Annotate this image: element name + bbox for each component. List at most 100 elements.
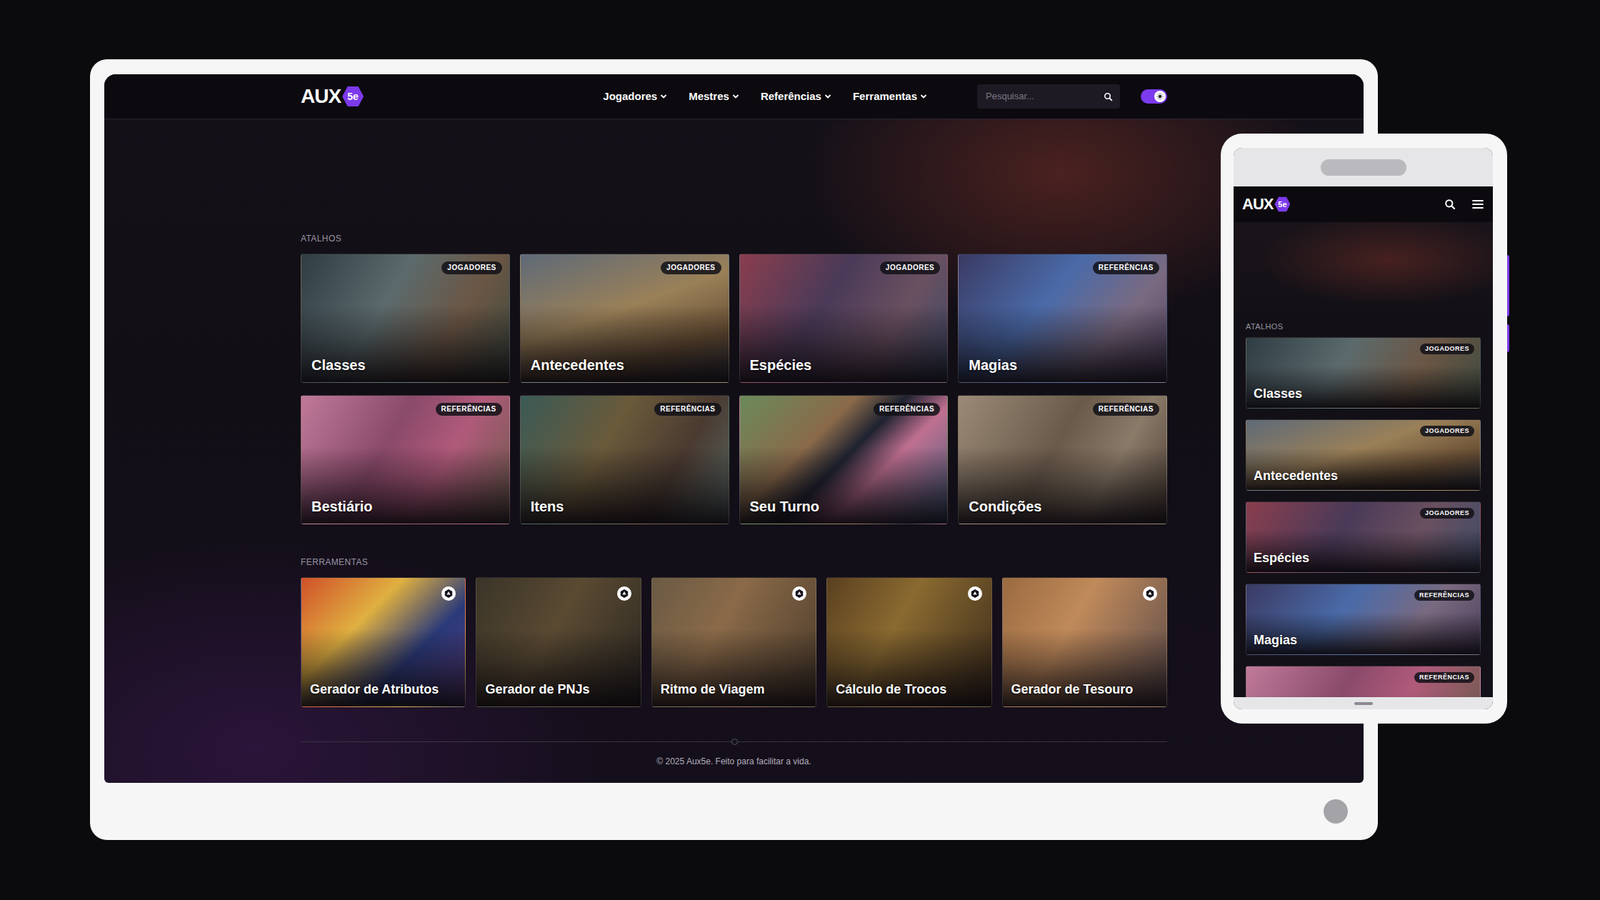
menu-dropdown[interactable]: Ferramentas bbox=[852, 88, 928, 105]
card-title: Cálculo de Trocos bbox=[835, 682, 947, 698]
chevron-down-icon bbox=[732, 92, 740, 100]
category-badge: REFERÊNCIAS bbox=[1092, 261, 1160, 275]
category-badge: JOGADORES bbox=[880, 261, 940, 275]
main-content: ATALHOS Classes JOGADORES Antecedentes JOGAD… bbox=[300, 233, 1168, 768]
tool-card[interactable]: Gerador de Atributos bbox=[300, 577, 466, 708]
home-indicator bbox=[1354, 702, 1373, 705]
category-badge: REFERÊNCIAS bbox=[873, 402, 940, 416]
category-badge: REFERÊNCIAS bbox=[1414, 672, 1475, 683]
category-badge: JOGADORES bbox=[441, 261, 502, 275]
phone-device: AUX5e ATALHOSClassesJOGADORESAntecedente… bbox=[1220, 133, 1508, 724]
shortcut-card[interactable]: Itens REFERÊNCIAS bbox=[520, 395, 730, 525]
shortcut-card[interactable]: AntecedentesJOGADORES bbox=[1245, 419, 1481, 491]
category-badge: JOGADORES bbox=[1420, 425, 1475, 437]
device-bottom bbox=[104, 782, 1364, 840]
site-logo[interactable]: AUX5e bbox=[300, 85, 364, 108]
shortcut-card[interactable]: Seu Turno REFERÊNCIAS bbox=[739, 395, 949, 525]
logo-badge: 5e bbox=[1274, 196, 1290, 213]
search-input[interactable] bbox=[985, 89, 1104, 104]
phone-screen: AUX5e ATALHOSClassesJOGADORESAntecedente… bbox=[1233, 147, 1493, 710]
shortcut-card[interactable]: Classes JOGADORES bbox=[300, 253, 510, 383]
phone-navbar: AUX5e bbox=[1233, 186, 1493, 223]
navbar-content: AUX5e Jogadores Mestres Referências Ferramen… bbox=[300, 84, 1168, 109]
shortcut-card[interactable]: MagiasREFERÊNCIAS bbox=[1245, 583, 1481, 655]
footer-divider bbox=[300, 741, 1168, 743]
phone-content: ATALHOSClassesJOGADORESAntecedentesJOGAD… bbox=[1233, 321, 1493, 698]
shortcut-card[interactable]: EspéciesJOGADORES bbox=[739, 253, 949, 383]
dice-icon bbox=[791, 585, 808, 602]
shortcut-card[interactable]: Magias REFERÊNCIAS bbox=[957, 253, 1168, 383]
nav-actions bbox=[1444, 198, 1485, 210]
menu-label: Jogadores bbox=[602, 88, 658, 105]
tool-card[interactable]: Gerador de PNJs bbox=[475, 577, 641, 708]
search-icon[interactable] bbox=[1103, 92, 1113, 102]
category-badge: REFERÊNCIAS bbox=[435, 402, 503, 416]
card-title: Gerador de Atributos bbox=[310, 682, 439, 698]
card-title: Magias bbox=[968, 356, 1018, 374]
card-title: Gerador de Tesouro bbox=[1011, 682, 1134, 698]
category-badge: JOGADORES bbox=[660, 261, 721, 275]
logo-badge: 5e bbox=[342, 85, 364, 108]
search-box bbox=[977, 84, 1120, 109]
category-badge: REFERÊNCIAS bbox=[1092, 402, 1160, 416]
card-title: Classes bbox=[311, 356, 366, 374]
top-navbar: AUX5e Jogadores Mestres Referências Ferramen… bbox=[104, 74, 1364, 120]
category-badge: JOGADORES bbox=[1420, 507, 1475, 519]
menu-dropdown[interactable]: Jogadores bbox=[602, 88, 668, 105]
card-title: Bestiário bbox=[311, 497, 373, 515]
chevron-down-icon bbox=[920, 92, 928, 100]
home-button[interactable] bbox=[1323, 799, 1348, 824]
page-footer: © 2025 Aux5e. Feito para facilitar a vid… bbox=[300, 741, 1168, 768]
footer-text: © 2025 Aux5e. Feito para facilitar a vid… bbox=[300, 755, 1168, 768]
hero-banner bbox=[1233, 222, 1493, 312]
chevron-down-icon bbox=[660, 92, 668, 100]
menu-dropdown[interactable]: Mestres bbox=[688, 88, 740, 105]
card-title: Ritmo de Viagem bbox=[660, 682, 765, 698]
card-title: Magias bbox=[1253, 632, 1298, 649]
theme-toggle[interactable] bbox=[1140, 89, 1168, 104]
dice-icon bbox=[616, 585, 633, 602]
phone-bottom-bar bbox=[1233, 697, 1493, 710]
phone-body: ATALHOSClassesJOGADORESAntecedentesJOGAD… bbox=[1233, 222, 1493, 698]
category-badge: JOGADORES bbox=[1420, 343, 1475, 355]
shortcut-card[interactable]: EspéciesJOGADORES bbox=[1245, 501, 1481, 573]
tools-grid: Gerador de Atributos Gerador de PNJs Ritmo… bbox=[300, 577, 1168, 708]
dice-icon bbox=[967, 585, 983, 602]
card-title: Itens bbox=[530, 497, 565, 515]
desktop-screen: AUX5eJogadoresMestresReferênciasFerramen… bbox=[104, 74, 1364, 783]
menu-icon[interactable] bbox=[1471, 198, 1485, 210]
shortcut-card[interactable]: REFERÊNCIAS bbox=[1245, 665, 1481, 698]
main-menu: Jogadores Mestres Referências Ferramentas bbox=[602, 88, 928, 105]
dice-icon bbox=[440, 585, 457, 602]
tool-card[interactable]: Gerador de Tesouro bbox=[1002, 577, 1168, 708]
menu-label: Ferramentas bbox=[852, 88, 918, 105]
shortcut-card[interactable]: Condições REFERÊNCIAS bbox=[957, 395, 1168, 525]
card-title: Seu Turno bbox=[750, 497, 820, 515]
toggle-knob bbox=[1154, 90, 1166, 103]
divider-dot bbox=[731, 738, 738, 745]
search-icon[interactable] bbox=[1444, 198, 1456, 210]
menu-label: Referências bbox=[760, 88, 822, 105]
section-label: ATALHOS bbox=[1245, 321, 1481, 333]
card-title: Classes bbox=[1253, 386, 1303, 403]
card-title: Gerador de PNJs bbox=[485, 682, 590, 698]
section-label: FERRAMENTAS bbox=[300, 557, 1168, 568]
shortcut-card[interactable]: Bestiário REFERÊNCIAS bbox=[300, 395, 510, 525]
logo-text: AUX bbox=[1242, 196, 1273, 213]
sun-icon bbox=[1156, 92, 1164, 100]
tool-card[interactable]: Cálculo de Trocos bbox=[826, 577, 992, 708]
chevron-down-icon bbox=[824, 92, 832, 100]
logo-text: AUX bbox=[300, 86, 341, 107]
section-label: ATALHOS bbox=[300, 233, 1168, 245]
card-title: Antecedentes bbox=[530, 356, 625, 374]
desktop-device: AUX5eJogadoresMestresReferênciasFerramen… bbox=[90, 59, 1378, 840]
menu-dropdown[interactable]: Referências bbox=[760, 88, 832, 105]
site-logo[interactable]: AUX5e bbox=[1242, 196, 1290, 213]
menu-label: Mestres bbox=[688, 88, 730, 105]
shortcut-card[interactable]: Classes JOGADORES bbox=[1245, 337, 1481, 409]
phone-status-area bbox=[1233, 147, 1493, 187]
tool-card[interactable]: Ritmo de Viagem bbox=[651, 577, 817, 708]
shortcut-card[interactable]: Antecedentes JOGADORES bbox=[520, 253, 730, 383]
card-title: Condições bbox=[968, 497, 1042, 515]
category-badge: REFERÊNCIAS bbox=[654, 402, 721, 416]
